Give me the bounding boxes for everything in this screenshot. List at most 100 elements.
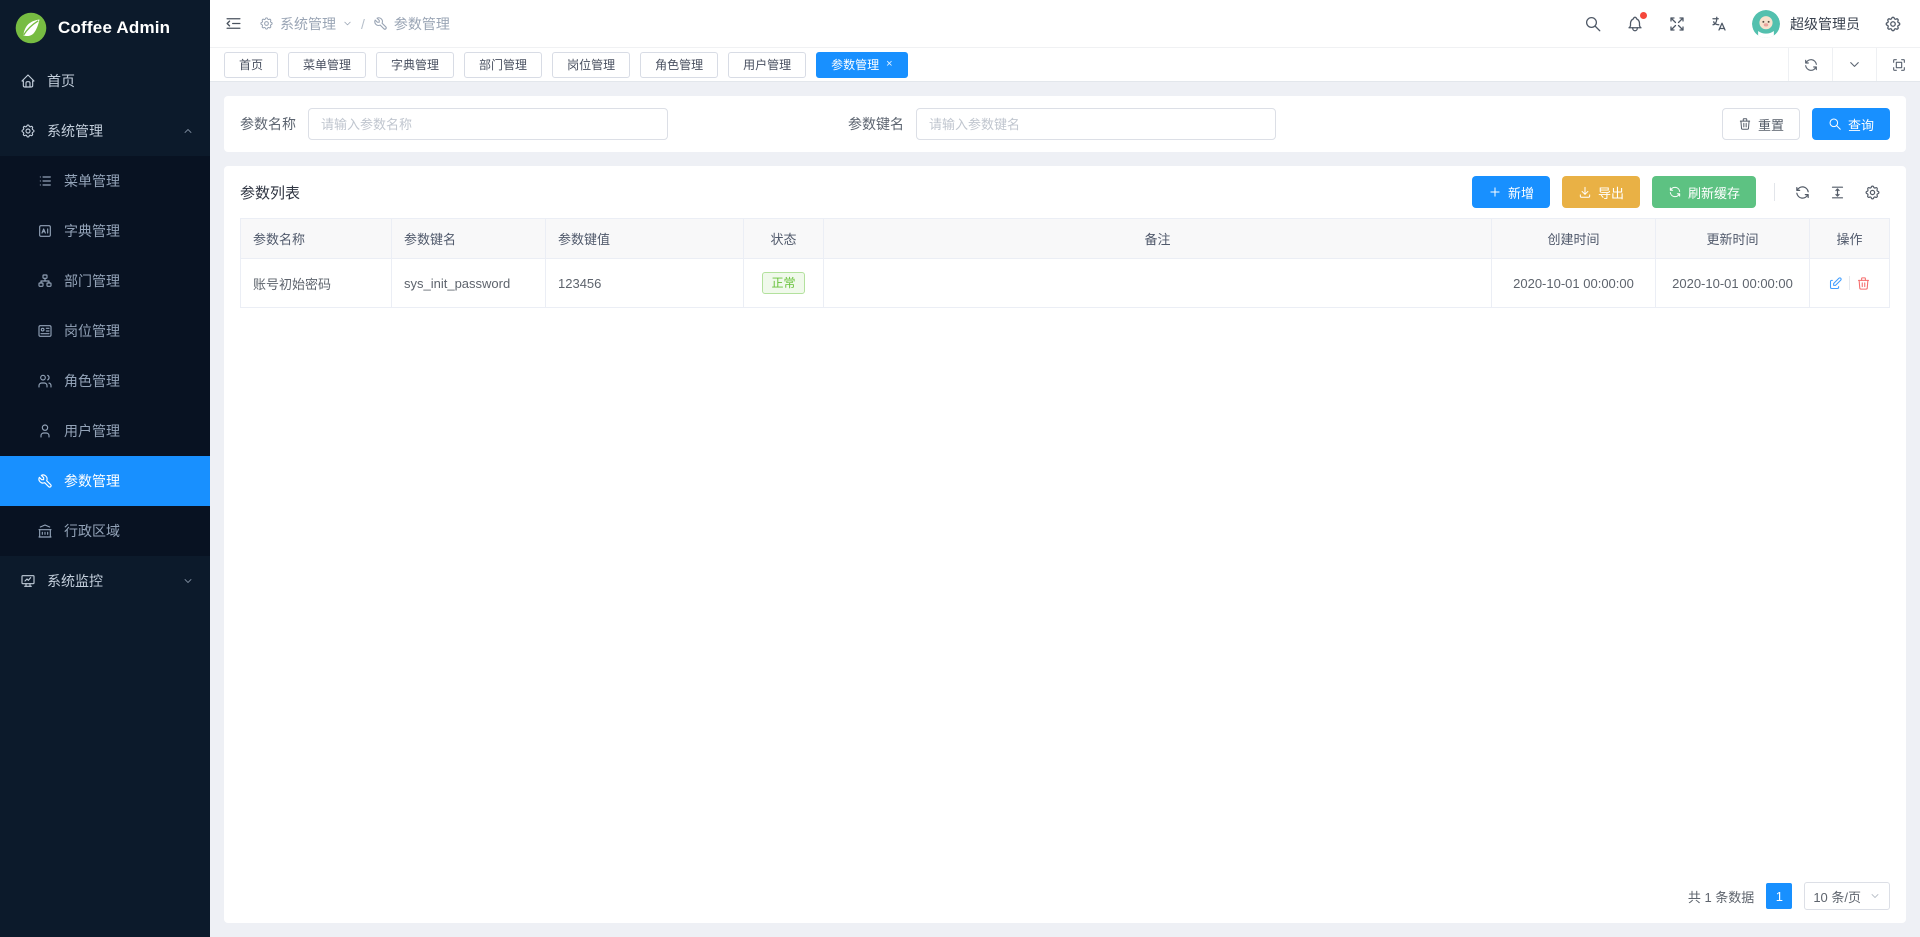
language-button[interactable] (1710, 15, 1728, 33)
tab-home[interactable]: 首页 (224, 52, 278, 78)
gear-icon (259, 16, 274, 31)
status-badge: 正常 (762, 272, 804, 294)
sidebar-item-role-mgmt[interactable]: 角色管理 (0, 356, 210, 406)
tab-dept-mgmt[interactable]: 部门管理 (464, 52, 542, 78)
list-title: 参数列表 (240, 182, 300, 203)
sidebar-item-label: 部门管理 (64, 271, 120, 291)
maximize-icon (1891, 57, 1907, 73)
sidebar-item-label: 菜单管理 (64, 171, 120, 191)
breadcrumb: 系统管理 / 参数管理 (259, 14, 450, 34)
export-button[interactable]: 导出 (1562, 176, 1640, 208)
breadcrumb-section[interactable]: 系统管理 (259, 14, 353, 34)
sidebar-item-dept-mgmt[interactable]: 部门管理 (0, 256, 210, 306)
breadcrumb-section-label: 系统管理 (280, 14, 336, 34)
chevron-down-icon (342, 18, 353, 29)
user-name[interactable]: 超级管理员 (1790, 14, 1860, 34)
sidebar-item-region[interactable]: 行政区域 (0, 506, 210, 556)
table-empty-space (240, 308, 1890, 869)
sidebar-item-monitor[interactable]: 系统监控 (0, 556, 210, 606)
table-header-row: 参数名称 参数键名 参数键值 状态 备注 创建时间 更新时间 操作 (241, 219, 1890, 259)
search-button[interactable] (1584, 15, 1602, 33)
home-icon (20, 73, 36, 89)
download-icon (1578, 185, 1592, 199)
row-density-button[interactable] (1820, 184, 1855, 201)
tab-close-icon[interactable]: × (886, 59, 892, 70)
tab-user-mgmt[interactable]: 用户管理 (728, 52, 806, 78)
reset-button[interactable]: 重置 (1722, 108, 1800, 140)
tab-role-mgmt[interactable]: 角色管理 (640, 52, 718, 78)
avatar-image (1752, 10, 1780, 38)
cell-remark (824, 259, 1492, 308)
table-row: 账号初始密码 sys_init_password 123456 正常 2020-… (241, 259, 1890, 308)
fullscreen-button[interactable] (1668, 15, 1686, 33)
add-button[interactable]: 新增 (1472, 176, 1550, 208)
cell-created: 2020-10-01 00:00:00 (1492, 259, 1656, 308)
cell-param-key: sys_init_password (392, 259, 546, 308)
trash-icon (1738, 117, 1752, 131)
param-key-input[interactable] (916, 108, 1276, 140)
column-settings-button[interactable] (1855, 184, 1890, 201)
table-refresh-button[interactable] (1785, 184, 1820, 201)
sidebar: Coffee Admin 首页 系统管理 菜单管理 字典管理 部门管理 岗位管理… (0, 0, 210, 937)
settings-button[interactable] (1884, 15, 1902, 33)
tab-param-mgmt[interactable]: 参数管理 × (816, 52, 907, 78)
tabs-menu-button[interactable] (1832, 48, 1876, 81)
form-item-param-name: 参数名称 (240, 108, 668, 140)
pagination-total: 共 1 条数据 (1688, 887, 1754, 906)
refresh-icon (1794, 184, 1811, 201)
sidebar-item-system-mgmt[interactable]: 系统管理 (0, 106, 210, 156)
delete-row-button[interactable] (1856, 276, 1871, 291)
sidebar-item-user-mgmt[interactable]: 用户管理 (0, 406, 210, 456)
user-icon (37, 423, 53, 439)
search-buttons: 重置 查询 (1722, 108, 1890, 140)
chevron-down-icon (1869, 890, 1881, 902)
page-number-button[interactable]: 1 (1766, 883, 1792, 909)
sidebar-item-label: 系统监控 (47, 571, 103, 591)
main-area: 系统管理 / 参数管理 (210, 0, 1920, 937)
notifications-button[interactable] (1626, 15, 1644, 33)
sidebar-item-label: 系统管理 (47, 121, 103, 141)
edit-row-button[interactable] (1828, 276, 1843, 291)
refresh-icon (1803, 57, 1819, 73)
notification-badge (1640, 12, 1647, 19)
cell-param-value: 123456 (546, 259, 744, 308)
sidebar-submenu-system-mgmt: 菜单管理 字典管理 部门管理 岗位管理 角色管理 用户管理 参数管理 行政区域 (0, 156, 210, 556)
query-button[interactable]: 查询 (1812, 108, 1890, 140)
wrench-icon (373, 16, 388, 31)
sidebar-item-param-mgmt[interactable]: 参数管理 (0, 456, 210, 506)
cell-param-name: 账号初始密码 (241, 259, 392, 308)
expand-icon (1668, 15, 1686, 33)
param-name-label: 参数名称 (240, 114, 296, 134)
sidebar-item-home[interactable]: 首页 (0, 56, 210, 106)
tab-menu-mgmt[interactable]: 菜单管理 (288, 52, 366, 78)
roles-icon (37, 373, 53, 389)
tabs-tools (1788, 48, 1920, 81)
sidebar-item-dict-mgmt[interactable]: 字典管理 (0, 206, 210, 256)
line-height-icon (1829, 184, 1846, 201)
gear-icon (1864, 184, 1881, 201)
param-name-input[interactable] (308, 108, 668, 140)
page-content: 参数名称 参数键名 重置 查询 参数列表 (210, 82, 1920, 937)
chevron-down-icon (182, 575, 194, 587)
tab-post-mgmt[interactable]: 岗位管理 (552, 52, 630, 78)
sidebar-item-menu-mgmt[interactable]: 菜单管理 (0, 156, 210, 206)
cell-updated: 2020-10-01 00:00:00 (1656, 259, 1810, 308)
col-created: 创建时间 (1492, 219, 1656, 259)
col-actions: 操作 (1810, 219, 1890, 259)
page-size-select[interactable]: 10 条/页 (1804, 882, 1890, 910)
refresh-cache-button[interactable]: 刷新缓存 (1652, 176, 1756, 208)
chevron-up-icon (182, 125, 194, 137)
bank-icon (37, 523, 53, 539)
toolbar-actions: 新增 导出 刷新缓存 (1460, 176, 1890, 208)
sidebar-item-label: 岗位管理 (64, 321, 120, 341)
app-title: Coffee Admin (58, 18, 170, 38)
content-fullscreen-button[interactable] (1876, 48, 1920, 81)
sidebar-item-post-mgmt[interactable]: 岗位管理 (0, 306, 210, 356)
app-logo[interactable]: Coffee Admin (0, 0, 210, 56)
tabs-refresh-button[interactable] (1788, 48, 1832, 81)
avatar[interactable] (1752, 10, 1780, 38)
chevron-down-icon (1847, 57, 1862, 72)
form-item-param-key: 参数键名 (848, 108, 1276, 140)
sidebar-fold-button[interactable] (224, 14, 243, 33)
tab-dict-mgmt[interactable]: 字典管理 (376, 52, 454, 78)
